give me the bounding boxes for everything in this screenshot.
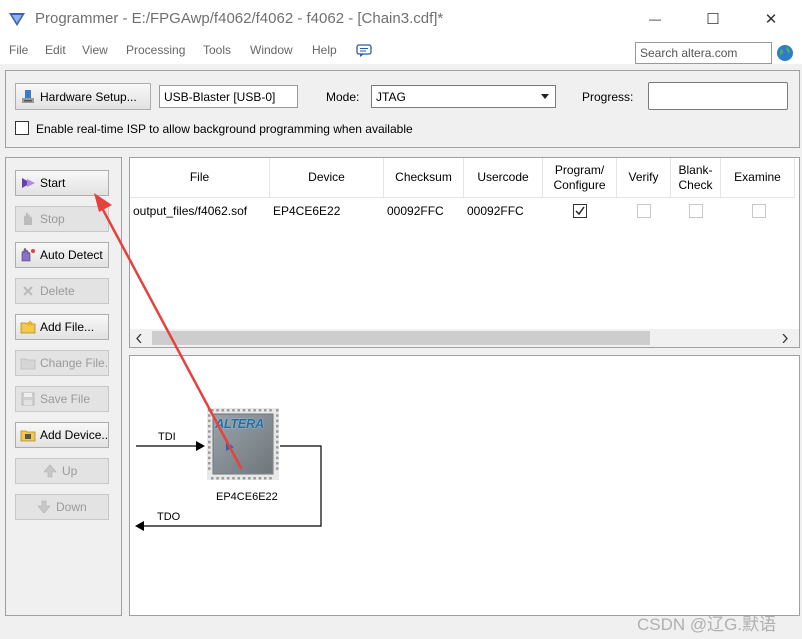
hardware-setup-label: Hardware Setup... — [40, 89, 137, 104]
column-header-program-configure[interactable]: Program/ Configure — [543, 158, 617, 198]
column-header-examine[interactable]: Examine — [721, 158, 795, 198]
delete-label: Delete — [40, 284, 75, 298]
start-button[interactable]: Start — [15, 170, 109, 196]
search-input[interactable]: Search altera.com — [635, 42, 772, 64]
action-sidebar: Start Stop Auto Detect Delete Add File..… — [5, 157, 122, 616]
feedback-icon[interactable] — [356, 44, 372, 58]
mode-select[interactable]: JTAG — [371, 85, 556, 108]
column-header-device[interactable]: Device — [270, 158, 384, 198]
change-file-label: Change File... — [40, 356, 109, 370]
up-icon — [43, 464, 57, 478]
menu-file[interactable]: File — [9, 43, 28, 57]
maximize-icon: ☐ — [706, 11, 720, 28]
maximize-button[interactable]: ☐ — [690, 0, 736, 38]
device-chip[interactable] — [211, 412, 275, 476]
auto-detect-icon — [21, 248, 35, 262]
start-label: Start — [40, 176, 66, 190]
add-file-label: Add File... — [40, 320, 95, 334]
add-file-button[interactable]: Add File... — [15, 314, 109, 340]
down-button[interactable]: Down — [15, 494, 109, 520]
scroll-left-icon[interactable] — [136, 334, 142, 343]
menu-tools[interactable]: Tools — [203, 43, 231, 57]
column-header-blank-check[interactable]: Blank- Check — [671, 158, 721, 198]
minimize-icon: — — [649, 12, 661, 26]
examine-checkbox[interactable] — [752, 204, 766, 218]
add-device-label: Add Device... — [40, 428, 109, 442]
tdo-label: TDO — [157, 511, 181, 523]
scrollbar-thumb[interactable] — [152, 331, 650, 345]
tdo-arrowhead — [135, 521, 144, 531]
tdi-arrowhead — [196, 441, 205, 451]
stop-icon — [24, 212, 32, 225]
add-device-button[interactable]: Add Device... — [15, 422, 109, 448]
scroll-right-icon[interactable] — [782, 334, 788, 343]
menu-window[interactable]: Window — [250, 43, 293, 57]
up-label: Up — [62, 464, 78, 478]
save-file-button[interactable]: Save File — [15, 386, 109, 412]
save-file-icon — [21, 392, 35, 406]
add-device-icon — [20, 430, 36, 442]
delete-button[interactable]: Delete — [15, 278, 109, 304]
blank-check-checkbox[interactable] — [689, 204, 703, 218]
chevron-down-icon — [541, 94, 549, 99]
progress-bar — [648, 82, 788, 110]
change-file-icon — [20, 358, 36, 370]
mode-label: Mode: — [326, 90, 360, 104]
minimize-button[interactable]: — — [632, 0, 678, 38]
column-header-file[interactable]: File — [130, 158, 270, 198]
device-label: EP4CE6E22 — [216, 491, 278, 503]
down-label: Down — [56, 500, 87, 514]
row-usercode: 00092FFC — [467, 204, 524, 218]
jtag-chain-panel: ALTERA TDI TDO EP4CE6E22 — [129, 355, 800, 616]
auto-detect-label: Auto Detect — [40, 248, 103, 262]
checkmark-icon — [575, 206, 585, 216]
delete-icon — [23, 286, 33, 296]
row-device: EP4CE6E22 — [273, 204, 341, 218]
menu-processing[interactable]: Processing — [126, 43, 185, 57]
tdi-label: TDI — [158, 431, 176, 443]
menu-edit[interactable]: Edit — [45, 43, 66, 57]
isp-label: Enable real-time ISP to allow background… — [36, 122, 413, 136]
stop-label: Stop — [40, 212, 65, 226]
globe-icon[interactable] — [776, 44, 794, 62]
auto-detect-button[interactable]: Auto Detect — [15, 242, 109, 268]
add-file-icon — [20, 320, 36, 334]
menu-view[interactable]: View — [82, 43, 108, 57]
file-table: File Device Checksum Usercode Program/ C… — [129, 157, 800, 348]
stop-button[interactable]: Stop — [15, 206, 109, 232]
up-button[interactable]: Up — [15, 458, 109, 484]
change-file-button[interactable]: Change File... — [15, 350, 109, 376]
mode-value: JTAG — [376, 90, 406, 104]
column-header-usercode[interactable]: Usercode — [464, 158, 543, 198]
column-header-checksum[interactable]: Checksum — [384, 158, 464, 198]
verify-checkbox[interactable] — [637, 204, 651, 218]
column-header-verify[interactable]: Verify — [617, 158, 671, 198]
close-icon: ✕ — [764, 11, 778, 28]
row-file: output_files/f4062.sof — [133, 204, 248, 218]
window-title: Programmer - E:/FPGAwp/f4062/f4062 - f40… — [35, 10, 444, 27]
save-file-label: Save File — [40, 392, 91, 406]
menu-help[interactable]: Help — [312, 43, 337, 57]
hardware-setup-icon — [22, 89, 34, 103]
down-icon — [37, 500, 51, 514]
programmer-app-icon — [9, 13, 25, 26]
row-checksum: 00092FFC — [387, 204, 444, 218]
progress-label: Progress: — [582, 90, 634, 104]
watermark: CSDN @辽G.默语 — [637, 615, 777, 634]
horizontal-scrollbar[interactable] — [130, 329, 799, 347]
hardware-value: USB-Blaster [USB-0] — [159, 85, 298, 108]
close-button[interactable]: ✕ — [748, 0, 794, 38]
hardware-setup-button[interactable]: Hardware Setup... — [15, 83, 151, 110]
start-icon — [22, 178, 35, 188]
isp-checkbox[interactable] — [15, 121, 29, 135]
title-bar: Programmer - E:/FPGAwp/f4062/f4062 - f40… — [0, 0, 802, 38]
jtag-chain-diagram — [135, 408, 322, 531]
program-configure-checkbox[interactable] — [573, 204, 587, 218]
